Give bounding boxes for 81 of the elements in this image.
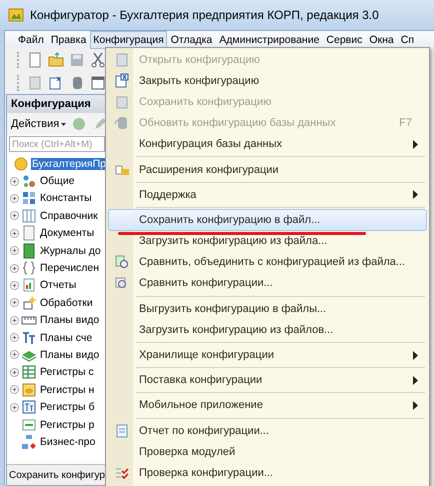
- journal-icon: [21, 242, 37, 259]
- menu-entry[interactable]: Сравнить, объединить с конфигурацией из файла...: [108, 252, 427, 273]
- report-icon: [114, 422, 130, 439]
- window-icon[interactable]: [90, 74, 106, 90]
- menu-entry[interactable]: Проверка конфигурации...: [108, 462, 427, 484]
- tree-item[interactable]: Регистры р: [39, 418, 96, 431]
- expand-icon[interactable]: [10, 385, 19, 394]
- search-field[interactable]: Поиск (Ctrl+Alt+M): [9, 136, 105, 152]
- menu-item[interactable]: Сервис: [323, 30, 366, 48]
- panel-title: Конфигурация: [7, 95, 107, 113]
- menu-item[interactable]: Отладка: [168, 30, 216, 48]
- letters-box-icon: [21, 399, 37, 416]
- menu-entry[interactable]: Загрузить конфигурацию из файлов...: [108, 319, 427, 340]
- tree-item[interactable]: БухгалтерияПр: [30, 158, 107, 170]
- tree-item[interactable]: Регистры с: [39, 366, 95, 378]
- menu-entry[interactable]: Закрыть конфигурацию: [108, 70, 427, 92]
- app-icon: [8, 7, 24, 23]
- menu-entry[interactable]: Проверка модулей: [108, 441, 427, 462]
- menu-entry[interactable]: Хранилище конфигурации: [108, 344, 427, 366]
- menu-item[interactable]: Правка: [48, 30, 90, 48]
- expand-icon[interactable]: [10, 246, 19, 256]
- processing-icon: [21, 294, 37, 311]
- tree-item[interactable]: Журналы до: [39, 244, 102, 257]
- tree-item[interactable]: Документы: [39, 227, 96, 240]
- menu-item[interactable]: Администрирование: [216, 30, 322, 48]
- grid-icon: [21, 190, 37, 206]
- menu-entry[interactable]: Поставка конфигурации: [108, 370, 427, 391]
- circle-icon: [12, 156, 29, 172]
- menu-entry[interactable]: Мобильное приложение: [108, 394, 427, 416]
- menu-entry[interactable]: Выгрузить конфигурацию в файлы...: [108, 298, 427, 320]
- menu-item[interactable]: Окна: [366, 30, 397, 48]
- tree-item[interactable]: Планы видо: [39, 348, 100, 361]
- tree-item[interactable]: Регистры н: [39, 384, 96, 396]
- document-icon: [21, 225, 37, 242]
- tree-item[interactable]: Общие: [39, 175, 76, 188]
- tree-item[interactable]: Отчеты: [39, 279, 78, 292]
- caret-icon: [61, 122, 66, 126]
- expand-icon[interactable]: [10, 402, 19, 412]
- expand-icon[interactable]: [10, 176, 19, 186]
- compare-icon: [114, 254, 130, 270]
- tree-item[interactable]: Константы: [39, 192, 93, 204]
- shapes-icon: [21, 173, 37, 190]
- window-title: Конфигуратор - Бухгалтерия предприятия КОРП, редакция 3.0: [30, 8, 379, 22]
- tree-item[interactable]: Обработки: [39, 296, 94, 309]
- tree-item[interactable]: Справочник: [39, 210, 99, 222]
- table-icon: [21, 208, 37, 224]
- menu-item[interactable]: Конфигурация: [90, 30, 167, 48]
- menu-entry[interactable]: Сравнить конфигурации...: [108, 272, 427, 294]
- letters-icon: [21, 330, 37, 346]
- expand-icon[interactable]: [10, 368, 19, 377]
- expand-icon[interactable]: [10, 228, 19, 238]
- scissors-icon[interactable]: [90, 52, 106, 68]
- expand-icon[interactable]: [10, 211, 19, 220]
- menu-entry[interactable]: Загрузить конфигурацию из файла...: [108, 230, 427, 252]
- expand-icon[interactable]: [10, 333, 19, 342]
- chart-icon: [21, 277, 37, 294]
- status-text: Сохранить конфигур: [7, 464, 107, 485]
- expand-icon[interactable]: [10, 194, 19, 203]
- flow-icon: [21, 434, 37, 450]
- menu-entry[interactable]: Конфигурация базы данных: [108, 134, 427, 155]
- menu-item[interactable]: Сп: [398, 30, 418, 48]
- expand-icon[interactable]: [10, 298, 19, 308]
- open-folder-icon[interactable]: [48, 52, 64, 68]
- menu-entry[interactable]: Отчет по конфигурации...: [108, 420, 427, 442]
- close-document-icon: [114, 72, 130, 89]
- expand-icon[interactable]: [10, 280, 19, 290]
- tree-item[interactable]: Бизнес-про: [39, 436, 96, 448]
- new-document-icon[interactable]: [27, 52, 43, 68]
- expand-icon[interactable]: [10, 350, 19, 360]
- tree-item[interactable]: Регистры б: [39, 401, 96, 414]
- expand-icon[interactable]: [10, 316, 19, 325]
- menu-entry[interactable]: Расширения конфигурации: [108, 158, 427, 180]
- menu-entry[interactable]: Поддержка: [108, 184, 427, 206]
- grid-table-icon: [21, 364, 37, 380]
- tree-item[interactable]: Перечислен: [39, 262, 100, 274]
- expand-icon[interactable]: [10, 264, 19, 273]
- tree-item[interactable]: Планы видо: [39, 314, 100, 326]
- menu-item[interactable]: Файл: [15, 30, 47, 48]
- tree-item[interactable]: Планы сче: [39, 332, 94, 344]
- document-icon: [114, 52, 130, 68]
- braces-icon: [21, 260, 37, 276]
